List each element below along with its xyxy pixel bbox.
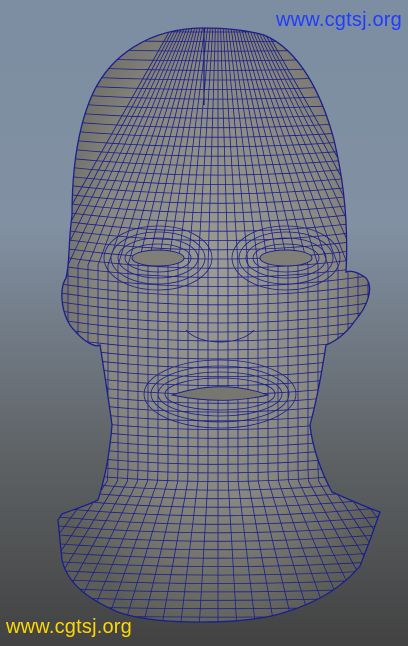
3d-viewport[interactable]: www.cgtsj.org www.cgtsj.org xyxy=(0,0,408,646)
left-eye xyxy=(131,249,185,267)
right-eye xyxy=(259,249,313,267)
head-wireframe-mesh-icon[interactable] xyxy=(0,0,408,646)
watermark-bottom: www.cgtsj.org xyxy=(6,616,132,638)
watermark-top: www.cgtsj.org xyxy=(276,9,402,31)
